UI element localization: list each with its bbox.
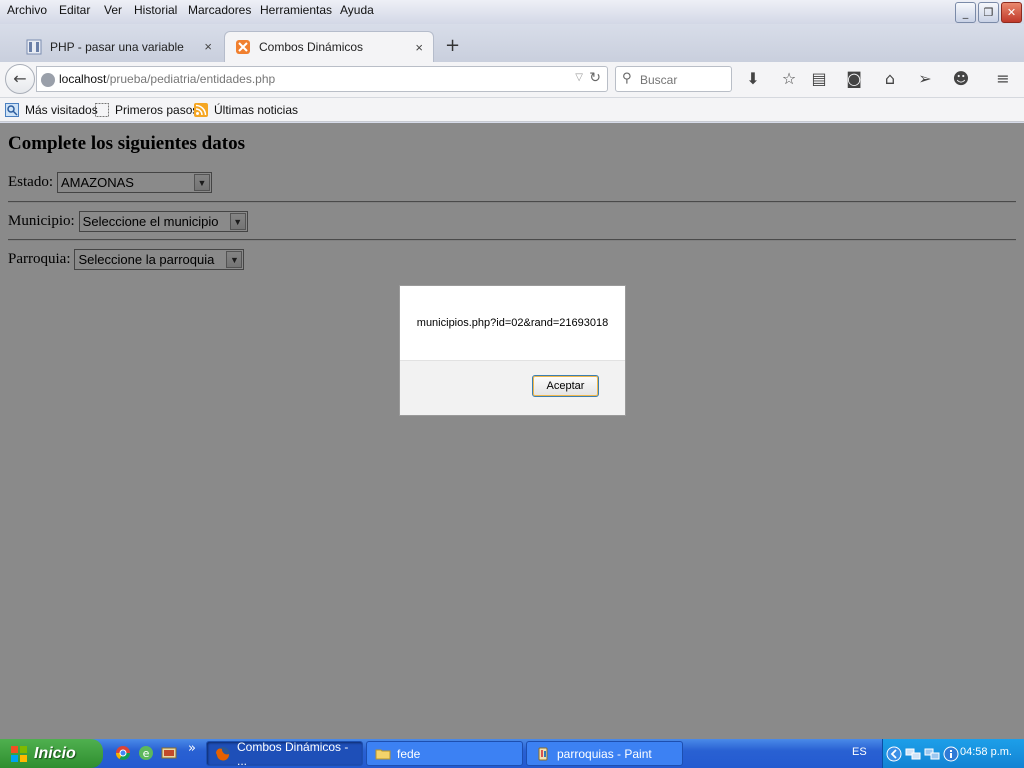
alert-footer: Aceptar (400, 360, 625, 415)
bookmark-label: Más visitados (25, 103, 98, 117)
folder-icon (375, 749, 391, 759)
menu-editar[interactable]: Editar (59, 3, 90, 17)
bookmark-mas-visitados[interactable]: Más visitados (5, 103, 98, 117)
chrome-icon[interactable] (115, 745, 131, 761)
home-icon[interactable]: ⌂ (879, 68, 901, 90)
url-text[interactable]: localhost/prueba/pediatria/entidades.php (59, 72, 275, 86)
network-icon[interactable] (905, 746, 921, 762)
send-icon[interactable]: ➢ (914, 68, 936, 90)
navigation-bar: ← localhost/prueba/pediatria/entidades.p… (0, 62, 1024, 98)
site-identity-icon[interactable] (41, 73, 55, 87)
rss-feed-icon (194, 103, 208, 117)
clock[interactable]: 04:58 p.m. (960, 746, 1012, 758)
search-bar[interactable]: ⚲ (615, 66, 732, 92)
xampp-favicon-icon (236, 40, 250, 54)
show-desktop-icon[interactable] (161, 745, 177, 761)
page-icon (95, 103, 109, 117)
reload-icon[interactable]: ↻ (589, 70, 601, 86)
menu-hamburger-icon[interactable]: ≡ (992, 68, 1014, 90)
url-bar[interactable]: localhost/prueba/pediatria/entidades.php… (36, 66, 608, 92)
start-label: Inicio (34, 744, 76, 762)
history-dropdown-icon[interactable]: ▽ (575, 72, 583, 83)
tab-close-icon[interactable]: × (204, 39, 212, 54)
bookmark-primeros-pasos[interactable]: Primeros pasos (95, 103, 198, 117)
bookmark-star-icon[interactable]: ☆ (778, 68, 800, 90)
language-indicator[interactable]: ES (852, 746, 867, 758)
search-icon: ⚲ (622, 71, 632, 86)
task-paint[interactable]: parroquias - Paint (526, 741, 683, 766)
taskbar: Inicio e » Combos Dinámicos - ... fede p… (0, 739, 1024, 768)
url-path: /prueba/pediatria/entidades.php (106, 72, 276, 86)
start-button[interactable]: Inicio (0, 739, 103, 768)
task-label: Combos Dinámicos - ... (237, 739, 349, 768)
bookmarks-toolbar: Más visitados Primeros pasos Últimas not… (0, 98, 1024, 122)
accept-button[interactable]: Aceptar (532, 375, 599, 397)
tab-close-icon[interactable]: × (415, 40, 423, 55)
info-icon[interactable] (943, 746, 959, 762)
svg-text:e: e (143, 747, 150, 760)
menu-marcadores[interactable]: Marcadores (188, 3, 251, 17)
network-icon-2[interactable] (924, 746, 940, 762)
paint-icon (538, 747, 548, 760)
menu-ayuda[interactable]: Ayuda (340, 3, 374, 17)
alert-dialog: municipios.php?id=02&rand=21693018 Acept… (399, 285, 626, 416)
tab-strip: PHP - pasar una variable × Combos Dinámi… (0, 24, 1024, 62)
ie-icon[interactable]: e (138, 745, 154, 761)
pocket-icon[interactable]: ◙ (843, 68, 865, 90)
menu-archivo[interactable]: Archivo (7, 3, 47, 17)
downloads-icon[interactable]: ⬇ (742, 68, 764, 90)
minimize-icon[interactable]: _ (955, 2, 976, 23)
tab-label: Combos Dinámicos (259, 40, 364, 54)
tab-combos-dinamicos[interactable]: Combos Dinámicos × (224, 31, 434, 62)
task-explorer-fede[interactable]: fede (366, 741, 523, 766)
back-button[interactable]: ← (5, 64, 35, 94)
tab-label: PHP - pasar una variable (50, 39, 184, 54)
restore-icon[interactable]: ❐ (978, 2, 999, 23)
chat-icon[interactable]: ☻ (950, 68, 972, 90)
bookmark-label: Últimas noticias (214, 103, 299, 117)
close-window-icon[interactable]: ✕ (1001, 2, 1022, 23)
search-input[interactable] (640, 71, 728, 88)
tab-php-pasar-variable[interactable]: PHP - pasar una variable × (16, 31, 222, 62)
bookmark-ultimas-noticias[interactable]: Últimas noticias (194, 103, 298, 117)
firefox-icon (216, 746, 230, 761)
windows-logo-icon (11, 745, 27, 762)
task-label: parroquias - Paint (557, 746, 652, 761)
window-controls: _ ❐ ✕ (955, 2, 1022, 23)
menu-ver[interactable]: Ver (104, 3, 122, 17)
menu-historial[interactable]: Historial (134, 3, 177, 17)
alert-message: municipios.php?id=02&rand=21693018 (416, 317, 609, 329)
task-firefox[interactable]: Combos Dinámicos - ... (206, 739, 363, 768)
most-visited-icon (5, 103, 19, 117)
new-tab-button[interactable]: + (445, 35, 460, 56)
bookmark-label: Primeros pasos (115, 103, 199, 117)
page-content: Complete los siguientes datos Estado: AM… (0, 123, 1024, 739)
page-favicon-icon (26, 39, 42, 54)
url-host: localhost (59, 72, 107, 86)
menu-herramientas[interactable]: Herramientas (260, 3, 332, 17)
reading-list-icon[interactable]: ▤ (808, 68, 830, 90)
quicklaunch-more[interactable]: » (188, 741, 196, 756)
system-tray: 04:58 p.m. (882, 739, 1024, 768)
modal-overlay (0, 123, 1024, 739)
task-label: fede (397, 746, 421, 761)
tray-expand-icon[interactable] (886, 746, 902, 762)
menu-bar: Archivo Editar Ver Historial Marcadores … (0, 0, 1024, 24)
